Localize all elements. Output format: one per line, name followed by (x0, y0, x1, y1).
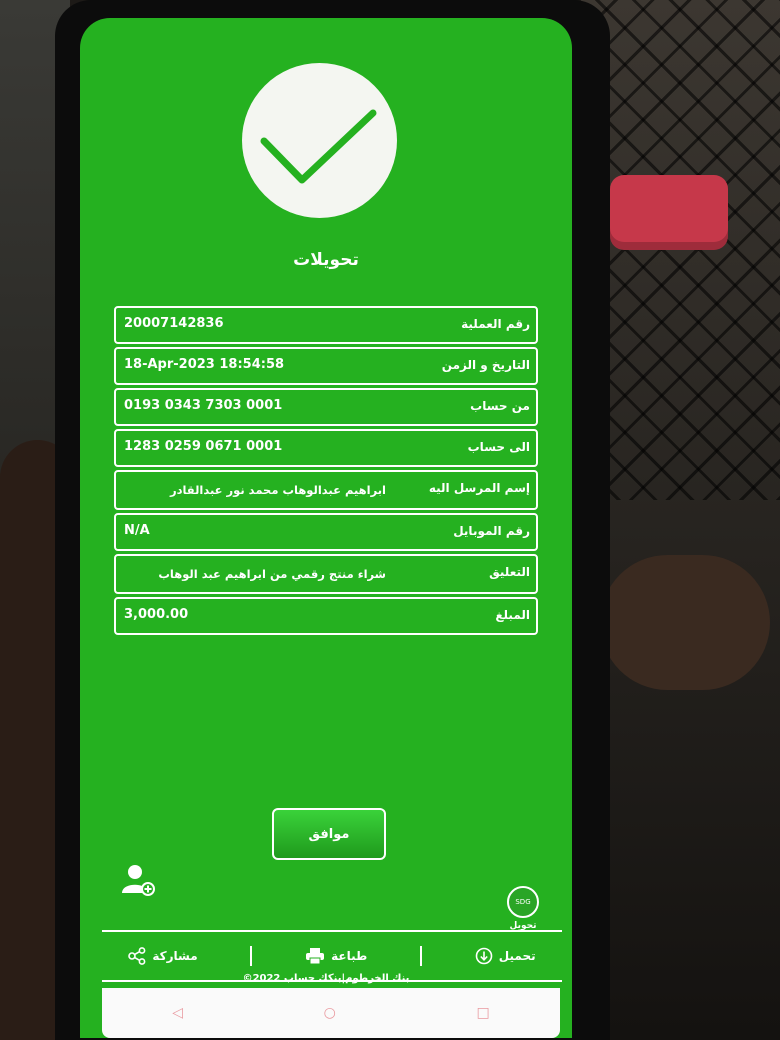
detail-row-datetime: التاريخ و الزمن 18-Apr-2023 18:54:58 (114, 347, 538, 385)
detail-row-operation-number: رقم العملية 20007142836 (114, 306, 538, 344)
print-label: طباعة (331, 949, 368, 963)
background-jar (610, 175, 728, 250)
download-button[interactable]: تحميل (475, 947, 536, 965)
detail-value: شراء منتج رقمي من ابراهيم عبد الوهاب (158, 567, 386, 581)
detail-row-mobile: رقم الموبايل N/A (114, 513, 538, 551)
nav-back-icon[interactable]: ◁ (172, 1005, 183, 1021)
add-user-icon (122, 865, 155, 896)
detail-label: المبلغ (495, 608, 530, 622)
detail-value: 3,000.00 (124, 607, 189, 622)
checkmark-icon (260, 109, 377, 184)
detail-label: من حساب (470, 399, 530, 413)
nav-recents-icon[interactable]: □ (476, 1005, 489, 1021)
ok-button[interactable]: موافق (272, 808, 386, 860)
print-button[interactable]: طباعة (305, 947, 367, 965)
divider (250, 946, 253, 966)
detail-label: الى حساب (467, 440, 530, 454)
transaction-details: رقم العملية 20007142836 التاريخ و الزمن … (114, 306, 538, 638)
copyright-footer: ©2022 بنك الخرطوم|بنكك حساب (242, 973, 410, 984)
print-icon (306, 948, 325, 965)
download-icon (475, 947, 493, 965)
detail-value: ابراهيم عبدالوهاب محمد نور عبدالقادر (169, 483, 386, 497)
background-mesh (580, 0, 780, 500)
detail-row-comment: التعليق شراء منتج رقمي من ابراهيم عبد ال… (114, 554, 538, 594)
phone-screen: تحويلات رقم العملية 20007142836 التاريخ … (80, 18, 572, 1038)
add-beneficiary-button[interactable] (118, 863, 158, 913)
download-label: تحميل (498, 949, 536, 963)
detail-row-recipient-name: إسم المرسل اليه ابراهيم عبدالوهاب محمد ن… (114, 470, 538, 510)
background-finger (600, 555, 770, 690)
detail-row-to-account: الى حساب 1283 0259 0671 0001 (114, 429, 538, 467)
nav-home-icon[interactable]: ○ (324, 1005, 336, 1021)
divider (420, 946, 423, 966)
transfer-button[interactable]: SDG تحويل (502, 886, 544, 936)
share-icon (128, 947, 146, 965)
detail-label: رقم العملية (461, 317, 530, 331)
detail-label: رقم الموبايل (453, 524, 530, 538)
detail-label: إسم المرسل اليه (428, 481, 530, 495)
share-label: مشاركة (152, 949, 198, 963)
sdg-icon: SDG (507, 886, 539, 918)
detail-row-amount: المبلغ 3,000.00 (114, 597, 538, 635)
detail-label: التعليق (489, 565, 530, 579)
success-check (242, 63, 397, 218)
page-title: تحويلات (293, 250, 359, 270)
detail-row-from-account: من حساب 0193 0343 7303 0001 (114, 388, 538, 426)
detail-label: التاريخ و الزمن (441, 358, 530, 372)
share-button[interactable]: مشاركة (128, 947, 198, 965)
system-nav-bar: ◁ ○ □ (102, 988, 560, 1038)
